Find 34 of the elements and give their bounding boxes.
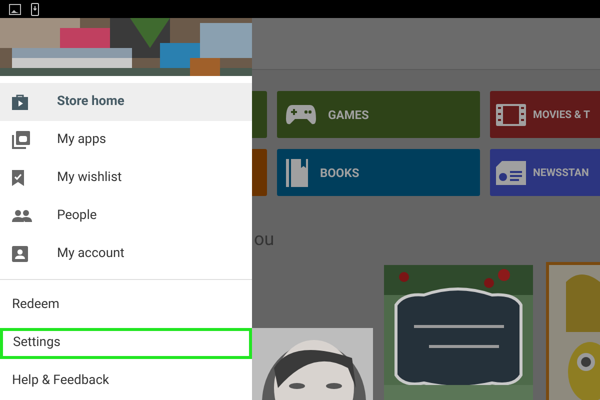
account-icon [12, 246, 28, 262]
people-icon [12, 210, 32, 222]
drawer-item-label: People [57, 207, 97, 226]
drawer-item[interactable]: Store home [0, 83, 252, 121]
newspaper-icon [496, 160, 526, 184]
film-icon [496, 104, 526, 126]
drawer-link[interactable]: Redeem [0, 286, 252, 324]
image-icon [9, 4, 21, 14]
category-tile[interactable] [252, 91, 267, 138]
drawer-item-label: Store home [57, 93, 124, 112]
stacked-apps-icon [12, 131, 30, 149]
drawer-item-label: My wishlist [57, 169, 122, 188]
drawer-item[interactable]: My apps [0, 121, 252, 159]
bookmark-check-icon [12, 170, 24, 186]
category-tile[interactable]: BOOKS [277, 149, 480, 196]
category-tile[interactable]: MOVIES & T [490, 91, 600, 138]
category-label: NEWSSTAN [533, 164, 589, 180]
drawer-link[interactable]: Help & Feedback [0, 362, 252, 400]
category-tile[interactable]: NEWSSTAN [490, 149, 600, 196]
book-icon [286, 158, 308, 186]
category-tile[interactable] [252, 149, 267, 196]
gamepad-icon [286, 104, 316, 124]
drawer-item[interactable]: My wishlist [0, 159, 252, 197]
drawer-item-label: My account [57, 245, 124, 264]
phone-download-icon [31, 2, 39, 16]
category-label: BOOKS [320, 164, 360, 182]
drawer-link[interactable]: Settings [0, 328, 252, 358]
category-label: MOVIES & T [533, 106, 590, 122]
category-label: GAMES [328, 106, 369, 124]
drawer-item[interactable]: My account [0, 235, 252, 273]
drawer-item[interactable]: People [0, 197, 252, 235]
drawer-item-label: My apps [57, 131, 106, 150]
category-tile[interactable]: GAMES [277, 91, 480, 138]
shopping-bag-icon [12, 94, 28, 110]
